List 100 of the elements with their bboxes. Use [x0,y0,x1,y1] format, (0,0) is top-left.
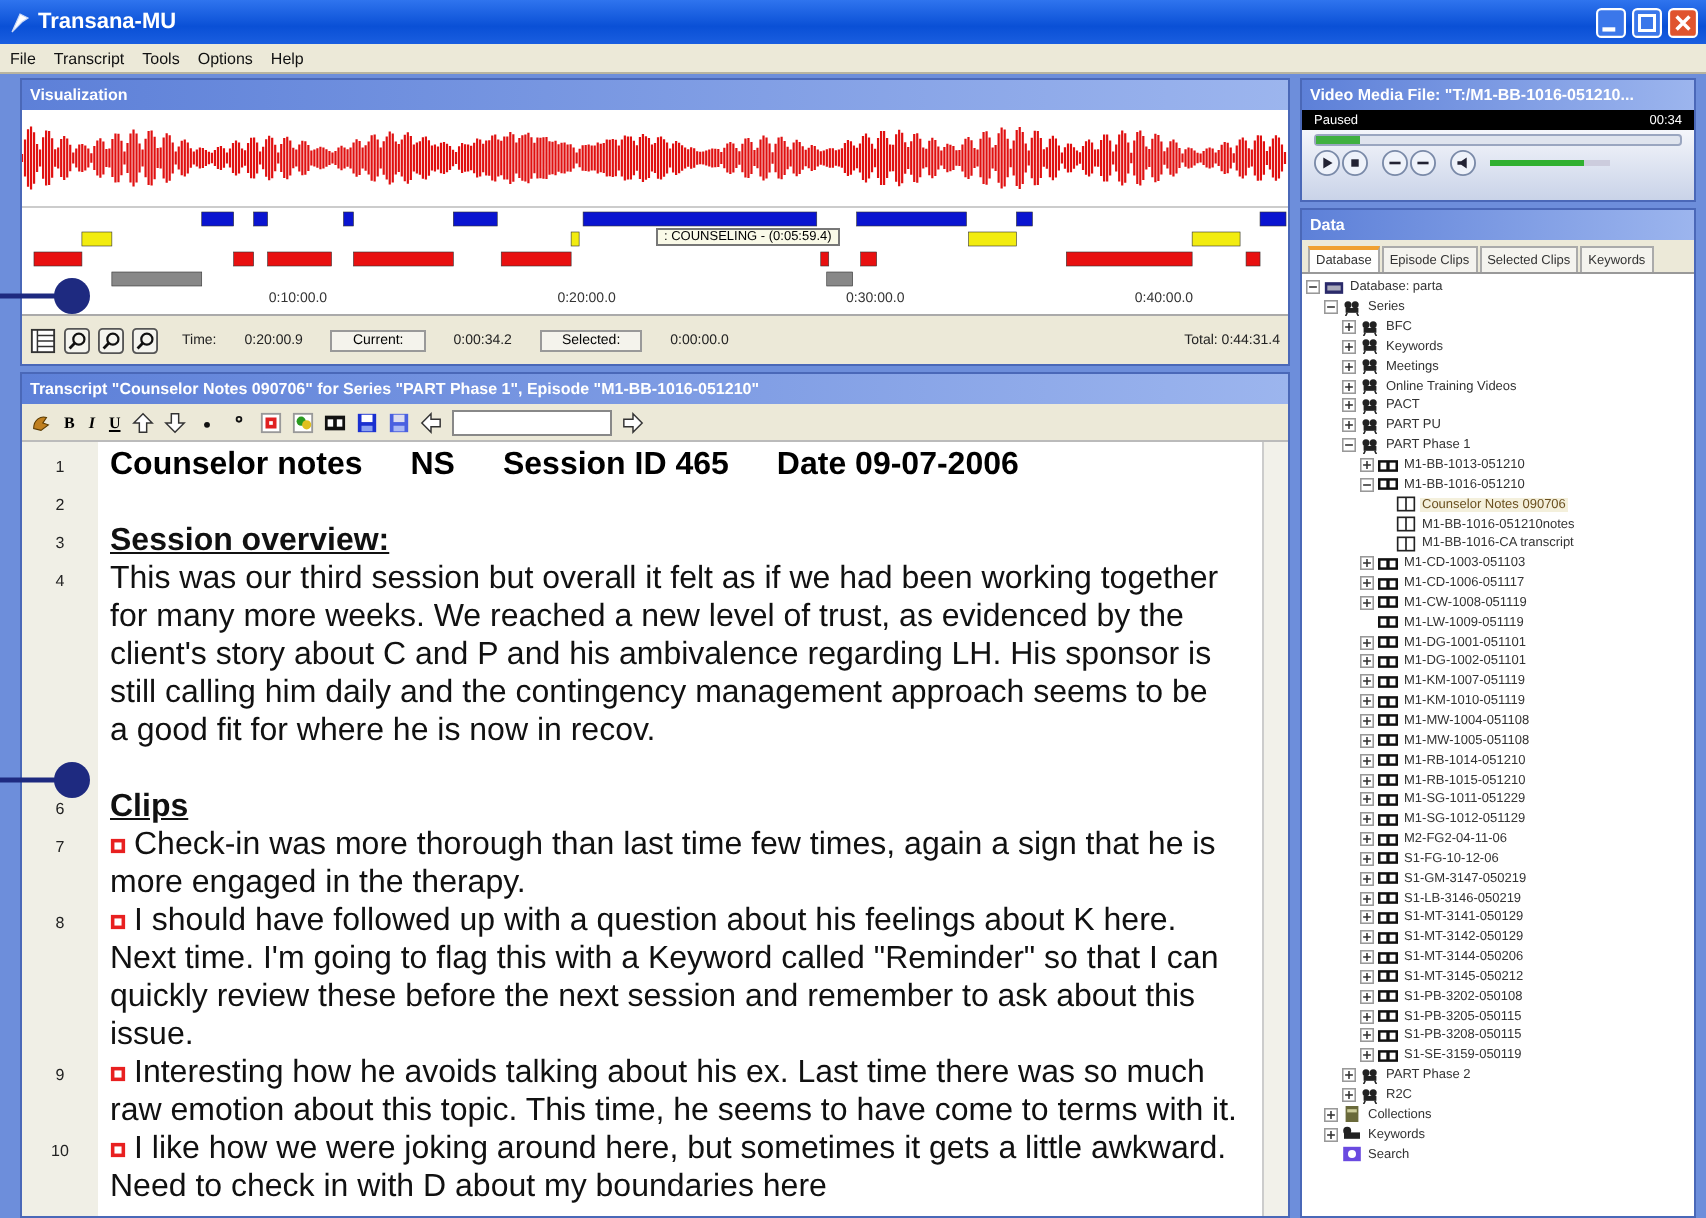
film-icon [1378,929,1398,946]
expand-icon[interactable] [1360,674,1374,689]
camera-icon [1360,378,1380,395]
line-number: 1 [55,458,65,480]
menu-item[interactable]: Options [197,49,253,67]
section-heading: Session overview: [110,522,390,560]
expand-icon[interactable] [1360,851,1374,866]
volume-track[interactable] [1490,160,1610,166]
film-icon [1378,890,1398,907]
expand-icon[interactable] [1360,1028,1374,1043]
scrollbar[interactable] [1262,442,1288,1216]
film-icon [1378,811,1398,828]
speaker-icon[interactable] [1450,150,1476,176]
expand-icon[interactable] [1360,812,1374,827]
search-field[interactable] [452,409,613,435]
transcript-line: raw emotion about this topic. This time, he seems to have come to terms with it. [110,1092,1237,1130]
expand-icon[interactable] [1360,910,1374,925]
down-arrow-icon[interactable] [164,411,187,433]
menu-item[interactable]: Transcript [53,49,125,67]
palette-icon[interactable] [292,411,315,433]
close-icon[interactable] [1668,7,1698,37]
expand-icon[interactable] [1342,418,1356,433]
expand-icon[interactable] [1342,398,1356,413]
line-number: 2 [55,496,65,518]
maximize-icon[interactable] [1632,7,1662,37]
save-icon[interactable] [356,411,379,433]
expand-icon[interactable] [1324,1127,1338,1142]
save-as-icon[interactable] [388,411,411,433]
menu-item[interactable]: File [10,49,36,67]
expand-icon[interactable] [1360,654,1374,669]
expand-icon[interactable] [1360,635,1374,650]
expand-icon[interactable] [1360,950,1374,965]
transcript-line: still calling him daily and the contingency management approach seems to be [110,674,1208,712]
expand-icon[interactable] [1360,576,1374,591]
expand-icon[interactable] [1360,694,1374,709]
expand-icon[interactable] [1342,379,1356,394]
collapse-icon[interactable] [1342,438,1356,453]
expand-icon[interactable] [1360,556,1374,571]
zoom-icon[interactable] [98,327,124,353]
format-button[interactable]: B [62,413,77,431]
timecode-icon[interactable] [260,411,283,433]
zoom-icon[interactable] [64,327,90,353]
document-icon [1396,496,1416,513]
format-button[interactable]: U [106,413,123,431]
document-icon [1396,535,1416,552]
film-icon [1378,1027,1398,1044]
left-arrow-icon[interactable] [420,411,443,433]
header-field: NS [410,447,455,483]
expand-icon[interactable] [1360,930,1374,945]
expand-icon[interactable] [1360,595,1374,610]
expand-icon[interactable] [1360,753,1374,768]
callout-marker [0,760,92,800]
play-icon[interactable] [1314,150,1340,176]
expand-icon[interactable] [1360,1048,1374,1063]
database-icon [1324,279,1344,296]
zoom-icon[interactable] [132,327,158,353]
film-icon [1378,614,1398,631]
expand-icon[interactable] [1360,891,1374,906]
stop-icon[interactable] [1342,150,1368,176]
film-icon [1378,476,1398,493]
film-icon [1378,594,1398,611]
expand-icon[interactable] [1360,792,1374,807]
menu-item[interactable]: Help [270,49,304,67]
transcript-line: issue. [110,1016,194,1054]
line-number: 10 [51,1142,69,1164]
collapse-icon[interactable] [1360,477,1374,492]
expand-icon[interactable] [1360,1009,1374,1024]
film-icon[interactable] [324,411,347,433]
expand-icon[interactable] [1342,1088,1356,1103]
expand-icon[interactable] [1360,969,1374,984]
camera-icon [1342,299,1362,316]
toggle-icon[interactable] [30,327,56,353]
expand-icon[interactable] [1342,359,1356,374]
expand-icon[interactable] [1360,871,1374,886]
panel-title: Transcript "Counselor Notes 090706" for Series "PART Phase 1", Episode "M1-BB-1016-051210" [22,374,1288,404]
expand-icon[interactable] [1360,733,1374,748]
film-icon [1378,634,1398,651]
expand-icon[interactable] [1360,713,1374,728]
expand-icon[interactable] [1342,339,1356,354]
up-arrow-icon[interactable] [132,411,155,433]
expand-icon[interactable] [1360,773,1374,788]
menu-item[interactable]: Tools [142,49,180,67]
expand-icon[interactable] [1342,320,1356,335]
expand-icon[interactable] [1342,1068,1356,1083]
right-arrow-icon[interactable] [622,411,645,433]
minimize-icon[interactable] [1596,7,1626,37]
film-icon [1378,968,1398,985]
film-icon [1378,949,1398,966]
film-icon [1378,653,1398,670]
format-button[interactable]: I [86,413,97,431]
expand-icon[interactable] [1360,989,1374,1004]
expand-icon[interactable] [1360,832,1374,847]
expand-icon[interactable] [1360,458,1374,473]
film-icon [1378,673,1398,690]
line-number: 6 [55,800,65,822]
camera-icon [1360,1087,1380,1104]
expand-icon[interactable] [1324,1107,1338,1122]
collapse-icon[interactable] [1306,280,1320,295]
seek-track[interactable] [1314,134,1682,146]
collapse-icon[interactable] [1324,300,1338,315]
